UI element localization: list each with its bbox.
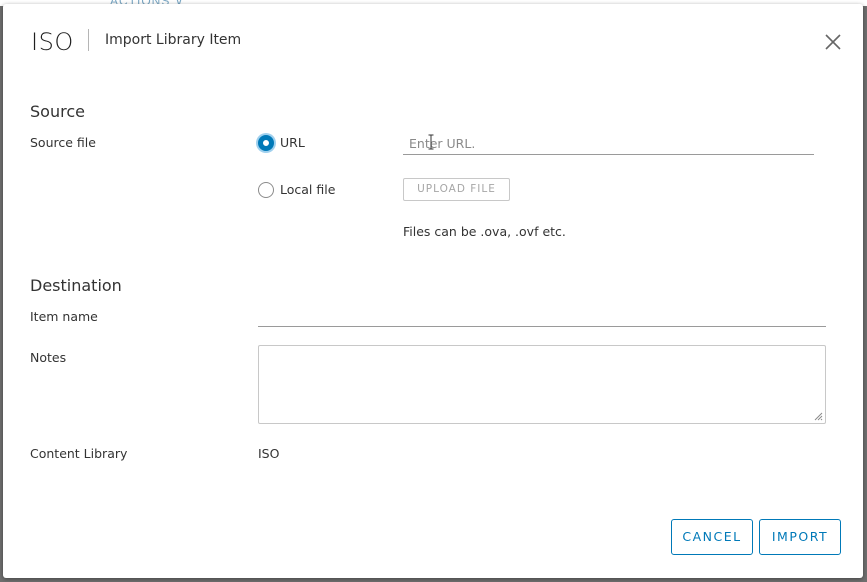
source-section-title: Source	[30, 102, 85, 121]
url-radio[interactable]	[258, 135, 274, 151]
cancel-button[interactable]: CANCEL	[671, 519, 753, 555]
content-library-label: Content Library	[30, 446, 128, 461]
dialog-subtitle: Import Library Item	[105, 32, 242, 48]
source-file-label: Source file	[30, 135, 96, 150]
notes-label: Notes	[30, 350, 67, 365]
resize-grip-icon[interactable]	[814, 412, 823, 421]
close-icon	[825, 34, 841, 50]
item-name-input[interactable]	[258, 305, 826, 327]
content-library-value: ISO	[258, 446, 280, 461]
url-radio-label[interactable]: URL	[280, 135, 305, 150]
import-library-item-dialog: ISO Import Library Item Source Source fi…	[3, 4, 863, 578]
destination-section-title: Destination	[30, 276, 122, 295]
title-divider	[88, 29, 89, 51]
url-input[interactable]	[403, 133, 814, 155]
item-name-label: Item name	[30, 309, 98, 324]
close-button[interactable]	[822, 31, 844, 53]
notes-textarea[interactable]	[258, 345, 826, 424]
import-button[interactable]: IMPORT	[759, 519, 841, 555]
upload-file-button[interactable]: UPLOAD FILE	[403, 178, 510, 201]
file-types-hint: Files can be .ova, .ovf etc.	[403, 224, 566, 239]
local-file-radio-label[interactable]: Local file	[280, 182, 335, 197]
local-file-radio[interactable]	[258, 182, 274, 198]
dialog-title: ISO	[31, 28, 74, 56]
text-cursor-icon	[428, 134, 434, 150]
